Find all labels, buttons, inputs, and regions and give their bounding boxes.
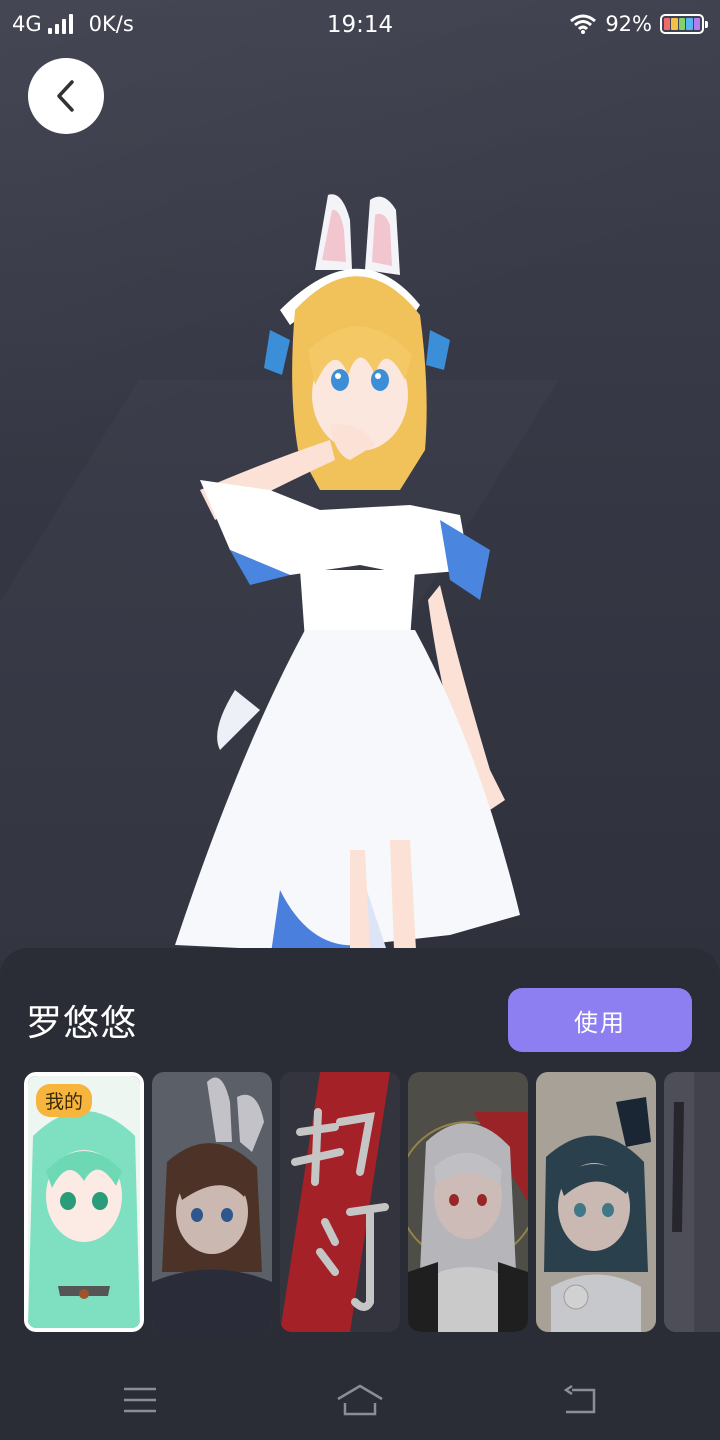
avatar-list: 我的 [24, 1072, 720, 1334]
avatar-figure[interactable] [160, 190, 560, 960]
avatar-card[interactable] [280, 1072, 400, 1332]
wifi-icon [570, 14, 597, 34]
menu-button[interactable] [110, 1378, 170, 1422]
back-button[interactable] [28, 58, 104, 134]
menu-icon [124, 1387, 156, 1413]
card-dim-overlay [536, 1072, 656, 1332]
status-bar: 4G 0K/s 19:14 92% [0, 0, 720, 50]
system-nav-bar [0, 1360, 720, 1440]
home-button[interactable] [330, 1378, 390, 1422]
status-right: 92% [569, 12, 708, 36]
avatar-card[interactable] [408, 1072, 528, 1332]
avatar-card[interactable] [536, 1072, 656, 1332]
avatar-card[interactable] [152, 1072, 272, 1332]
chevron-left-icon [57, 80, 74, 112]
avatar-stage[interactable] [0, 0, 720, 960]
battery-percent: 92% [605, 12, 652, 36]
back-arrow-icon [563, 1384, 596, 1414]
avatar-card[interactable]: 我的 [24, 1072, 144, 1332]
battery-icon [660, 14, 708, 34]
card-dim-overlay [152, 1072, 272, 1332]
card-dim-overlay [664, 1072, 720, 1332]
my-badge: 我的 [36, 1084, 93, 1117]
home-icon [337, 1384, 383, 1416]
character-name: 罗悠悠 [26, 1003, 138, 1044]
card-dim-overlay [280, 1072, 400, 1332]
avatar-card[interactable] [664, 1072, 720, 1332]
card-dim-overlay [408, 1072, 528, 1332]
back-nav-button[interactable] [550, 1378, 610, 1422]
use-button[interactable]: 使用 [508, 988, 692, 1052]
